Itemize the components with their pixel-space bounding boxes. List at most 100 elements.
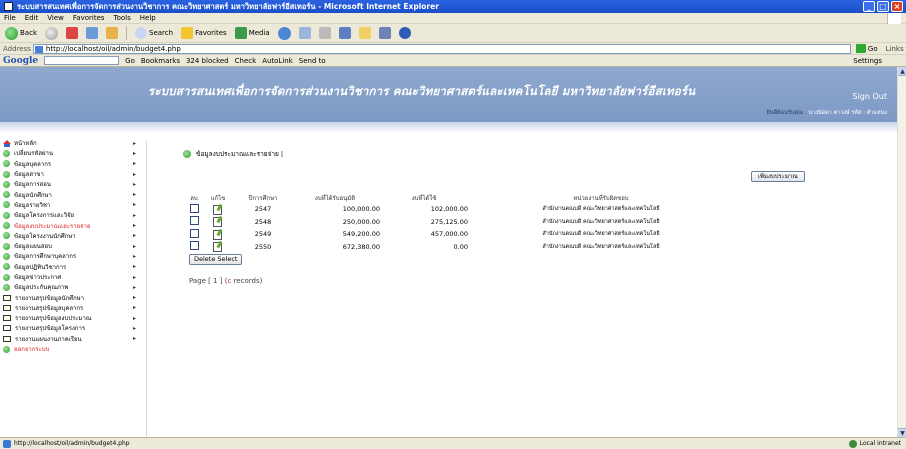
- sidebar-item[interactable]: ข้อมูลประกันคุณภาพ ▸: [2, 282, 138, 292]
- edit-icon[interactable]: [212, 204, 224, 215]
- sidebar-item-label: รายงานสรุปข้อมูลนักศึกษา: [15, 294, 85, 302]
- sidebar-item-label: ข้อมูลบุคลากร: [14, 160, 52, 168]
- row-year: 2550: [254, 242, 272, 251]
- go-arrow-icon: [855, 44, 866, 53]
- google-search-input[interactable]: [44, 56, 120, 65]
- edit-icon[interactable]: [212, 229, 224, 240]
- back-button[interactable]: Back: [3, 26, 39, 41]
- spell-check-button[interactable]: Check: [235, 57, 257, 65]
- menu-file[interactable]: File: [4, 14, 16, 22]
- site-title: ระบบสารสนเทศเพื่อการจัดการส่วนงานวิชาการ…: [148, 84, 696, 98]
- maximize-button[interactable]: □: [877, 1, 889, 12]
- google-settings-button[interactable]: Settings: [853, 57, 882, 65]
- toolbar-separator: [126, 26, 127, 40]
- print-button[interactable]: [317, 26, 333, 41]
- sidebar-item[interactable]: ข้อมูลโครงงานนักศึกษา ▸: [2, 231, 138, 241]
- search-button[interactable]: Search: [133, 26, 175, 41]
- home-button[interactable]: [104, 26, 120, 41]
- row-year: 2549: [254, 230, 272, 239]
- row-checkbox[interactable]: [189, 241, 199, 251]
- table-row: 2547 100,000.00 102,000.00 สำนักงานคณบดี คณ…: [188, 203, 734, 216]
- menu-tools[interactable]: Tools: [114, 14, 131, 22]
- mail-button[interactable]: [297, 26, 313, 41]
- edit-icon[interactable]: [212, 216, 224, 228]
- menu-view[interactable]: View: [47, 14, 64, 22]
- sign-out-link[interactable]: Sign Out: [853, 92, 888, 101]
- menu-help[interactable]: Help: [140, 14, 156, 22]
- submenu-arrow-icon: ▸: [132, 222, 136, 230]
- menu-favorites[interactable]: Favorites: [73, 14, 105, 22]
- sidebar-item[interactable]: ข้อมูลแผนสอบ ▸: [2, 241, 138, 251]
- sidebar-item[interactable]: รายงานสรุปข้อมูลนักศึกษา ▸: [2, 292, 138, 302]
- sidebar-item[interactable]: ข้อมูลนักศึกษา ▸: [2, 189, 138, 199]
- sidebar-item[interactable]: หน้าหลัก ▸: [2, 138, 138, 148]
- mail-icon: [298, 27, 311, 39]
- popup-blocked-button[interactable]: 324 blocked: [186, 57, 229, 65]
- sidebar-item[interactable]: ข้อมูลโครงการและวิจัย ▸: [2, 210, 138, 220]
- back-arrow-icon: [5, 26, 18, 40]
- intranet-icon: [848, 439, 857, 448]
- refresh-button[interactable]: [84, 26, 100, 41]
- address-input[interactable]: http://localhost/oil/admin/budget4.php: [32, 43, 851, 54]
- add-budget-button[interactable]: เพิ่มงบประมาณ: [751, 171, 805, 182]
- row-edit-cell: [200, 241, 236, 254]
- page-icon: [34, 45, 43, 53]
- table-row: 2550 672,380.00 0.00 สำนักงานคณบดี คณะวิทยา…: [188, 241, 734, 254]
- sidebar-item[interactable]: เปลี่ยนรหัสผ่าน ▸: [2, 148, 138, 158]
- media-icon: [234, 27, 247, 39]
- row-checkbox[interactable]: [189, 216, 199, 226]
- minimize-button[interactable]: _: [863, 1, 875, 12]
- book-icon: [3, 304, 11, 311]
- go-button[interactable]: Go: [855, 44, 878, 53]
- sidebar-item[interactable]: ข้อมูลการสอน ▸: [2, 179, 138, 189]
- research-button[interactable]: [377, 26, 393, 41]
- sidebar-item[interactable]: รายงานสรุปข้อมูลโครงการ ▸: [2, 323, 138, 333]
- sidebar-item[interactable]: ข้อมูลการศึกษาบุคลากร ▸: [2, 251, 138, 261]
- row-used: 457,000.00: [430, 230, 468, 239]
- sidebar-item[interactable]: ข้อมูลบุคลากร ▸: [2, 159, 138, 169]
- send-to-button[interactable]: Send to: [299, 57, 326, 65]
- delete-select-button[interactable]: Delete Select: [189, 254, 243, 265]
- edit-button[interactable]: [337, 26, 353, 41]
- forward-button[interactable]: [43, 26, 60, 41]
- autolink-button[interactable]: AutoLink: [262, 57, 293, 65]
- folder-button[interactable]: [357, 26, 373, 41]
- history-button[interactable]: [276, 26, 293, 41]
- scroll-down-icon[interactable]: ▼: [898, 428, 906, 437]
- sidebar-item[interactable]: รายงานสรุปข้อมูลบุคลากร ▸: [2, 303, 138, 313]
- bullet-icon: [3, 273, 10, 281]
- sidebar-item[interactable]: ข้อมูลรายวิชา ▸: [2, 200, 138, 210]
- sidebar-item-label: ข้อมูลข่าวประกาศ: [14, 274, 62, 281]
- star-icon: [181, 27, 194, 39]
- messenger-button[interactable]: [397, 26, 413, 41]
- stop-button[interactable]: [64, 26, 80, 41]
- research-icon: [378, 27, 391, 39]
- vertical-scrollbar[interactable]: ▲ ▼: [897, 67, 906, 437]
- favorites-button[interactable]: Favorites: [179, 26, 229, 41]
- google-go-button[interactable]: Go: [125, 57, 135, 65]
- edit-icon[interactable]: [212, 241, 224, 253]
- row-used: 102,000.00: [430, 205, 468, 214]
- row-approved: 549,200.00: [342, 230, 380, 239]
- sidebar-item[interactable]: รายงานแผนงานภาคเรียน ▸: [2, 334, 138, 344]
- sidebar-item[interactable]: ข้อมูลปฏิทินวิชาการ ▸: [2, 262, 138, 272]
- sidebar-item[interactable]: ข้อมูลสาขา ▸: [2, 169, 138, 179]
- sidebar-item-label: ข้อมูลการสอน: [14, 181, 51, 189]
- sidebar-item[interactable]: ข้อมูลงบประมาณและรายจ่าย ▸: [2, 220, 138, 230]
- google-bookmarks-button[interactable]: Bookmarks: [141, 57, 180, 65]
- links-button[interactable]: Links: [886, 45, 904, 53]
- media-button[interactable]: Media: [233, 26, 272, 41]
- sidebar-item-label: ข้อมูลสาขา: [14, 171, 44, 179]
- close-button[interactable]: ×: [891, 1, 903, 12]
- sidebar-item[interactable]: ข้อมูลข่าวประกาศ ▸: [2, 272, 138, 282]
- bullet-icon: [3, 263, 10, 271]
- sidebar-item[interactable]: รายงานสรุปข้อมูลงบประมาณ ▸: [2, 313, 138, 323]
- menu-edit[interactable]: Edit: [25, 14, 39, 22]
- col-header-edit: แก้ไข: [210, 195, 226, 202]
- row-checkbox[interactable]: [189, 228, 199, 238]
- row-delete-cell: [188, 228, 200, 241]
- scroll-up-icon[interactable]: ▲: [898, 67, 906, 76]
- sidebar-item[interactable]: ออกจากระบบ: [2, 344, 138, 354]
- row-checkbox[interactable]: [189, 203, 199, 213]
- sidebar-item-label: เปลี่ยนรหัสผ่าน: [14, 150, 53, 158]
